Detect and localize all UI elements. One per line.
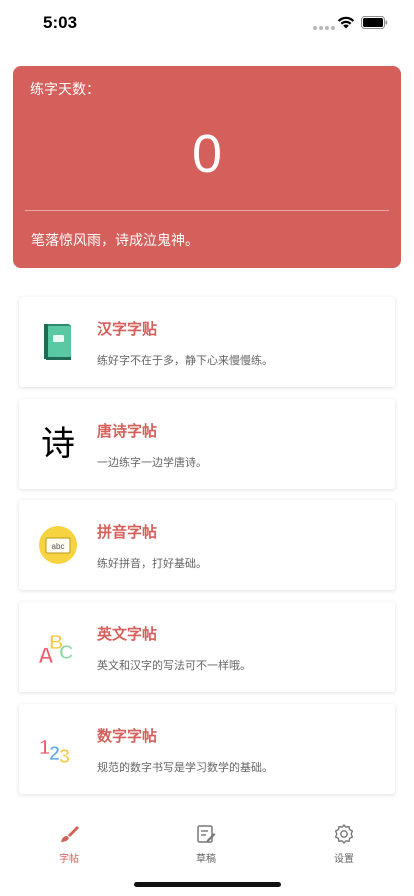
tab-label: 字帖 — [59, 854, 79, 865]
settings-gear-icon — [334, 824, 354, 844]
tab-copybook[interactable]: 字帖 — [29, 815, 109, 865]
card-hanzi-copybook[interactable]: 汉字字贴 练好字不在于多，静下心来慢慢练。 — [19, 297, 395, 387]
svg-text:abc: abc — [52, 542, 65, 551]
card-number-copybook[interactable]: 1 2 3 数字字帖 规范的数字书写是学习数学的基础。 — [19, 704, 395, 794]
card-pinyin-copybook[interactable]: abc 拼音字帖 练好拼音，打好基础。 — [19, 500, 395, 590]
card-english-copybook[interactable]: A B C 英文字帖 英文和汉字的写法可不一样哦。 — [19, 602, 395, 692]
svg-text:C: C — [59, 642, 73, 664]
brush-icon — [61, 826, 79, 842]
status-time: 5:03 — [43, 13, 78, 32]
tab-label: 设置 — [334, 854, 354, 865]
card-description: 练好拼音，打好基础。 — [97, 557, 207, 570]
card-description: 规范的数字书写是学习数学的基础。 — [97, 761, 273, 774]
status-bar: 5:03 — [0, 0, 414, 48]
svg-text:3: 3 — [59, 746, 70, 768]
card-title: 唐诗字帖 — [97, 422, 158, 440]
card-description: 一边练字一边学唐诗。 — [97, 456, 207, 469]
tab-settings[interactable]: 设置 — [304, 815, 384, 865]
battery-icon — [361, 16, 388, 29]
practice-days-count: 0 — [191, 124, 223, 184]
practice-days-label: 练字天数： — [30, 82, 100, 98]
home-indicator — [134, 882, 281, 887]
wifi-icon — [337, 16, 355, 29]
bottom-tab-bar: 字帖 草稿 设置 — [0, 815, 414, 865]
tab-label: 草稿 — [196, 854, 216, 865]
motto-text: 笔落惊风雨，诗成泣鬼神。 — [31, 233, 199, 249]
card-tang-poetry-copybook[interactable]: 诗 唐诗字帖 一边练字一边学唐诗。 — [19, 399, 395, 489]
divider — [25, 210, 389, 211]
poem-character-icon: 诗 — [41, 424, 75, 464]
123-numbers-icon: 1 2 3 — [39, 737, 71, 769]
tab-draft[interactable]: 草稿 — [166, 815, 246, 865]
card-description: 练好字不在于多，静下心来慢慢练。 — [97, 354, 273, 367]
cellular-signal-icon — [313, 26, 335, 30]
abc-board-icon: abc — [39, 526, 77, 564]
card-title: 汉字字贴 — [97, 320, 158, 338]
book-icon — [44, 324, 71, 360]
practice-days-card: 练字天数： 0 笔落惊风雨，诗成泣鬼神。 — [13, 66, 401, 268]
card-title: 数字字帖 — [97, 727, 158, 745]
card-title: 拼音字帖 — [97, 523, 158, 541]
card-description: 英文和汉字的写法可不一样哦。 — [97, 659, 251, 672]
draft-icon — [197, 825, 216, 843]
card-title: 英文字帖 — [97, 625, 158, 643]
abc-letters-icon: A B C — [38, 632, 74, 667]
